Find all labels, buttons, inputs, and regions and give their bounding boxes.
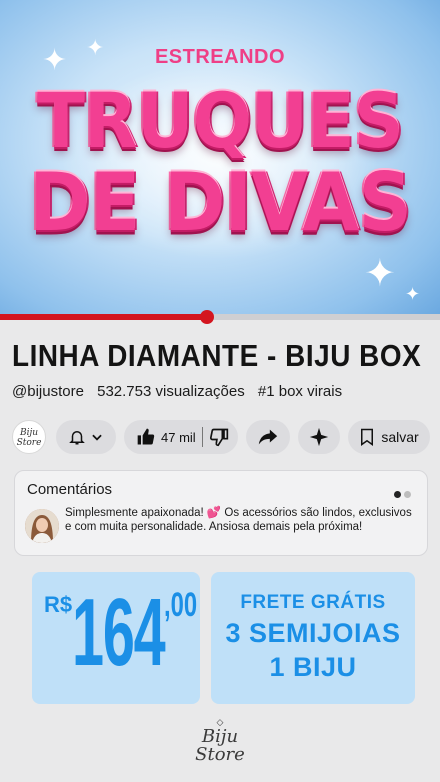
- bell-icon: [68, 428, 86, 446]
- free-shipping-label: FRETE GRÁTIS: [240, 592, 386, 613]
- price-card: R$ 164 ,00: [32, 572, 200, 704]
- price-cents: ,00: [164, 586, 198, 624]
- hero-banner: ✦ ✦ ✦ ✦ ESTREANDO TRUQUES DE DIVAS: [0, 0, 440, 316]
- remix-button[interactable]: [298, 420, 340, 454]
- comment-text: Simplesmente apaixonada! 💕 Os acessórios…: [65, 507, 412, 533]
- channel-logo-line2: Store: [16, 438, 42, 448]
- brand-logo: ◇ Biju Store: [160, 718, 280, 764]
- price-currency: R$: [44, 592, 73, 617]
- carousel-dot-active: [394, 491, 401, 498]
- video-title: LINHA DIAMANTE - BIJU BOX: [12, 338, 422, 373]
- rank-badge: #1 box virais: [257, 383, 343, 400]
- save-label: salvar: [381, 429, 419, 445]
- thumbs-down-icon[interactable]: [209, 427, 229, 447]
- progress-fill: [0, 314, 207, 320]
- like-divider: [201, 427, 203, 447]
- progress-scrubber[interactable]: [199, 310, 214, 324]
- thumbs-up-icon[interactable]: [136, 427, 156, 447]
- channel-handle[interactable]: @bijustore: [12, 383, 84, 400]
- commenter-avatar: [25, 509, 59, 543]
- hero-kicker: ESTREANDO: [154, 46, 286, 68]
- video-progress-bar[interactable]: [0, 310, 440, 324]
- hero-title-line1: TRUQUES: [36, 76, 404, 166]
- share-icon: [257, 426, 279, 448]
- comments-panel[interactable]: Comentários Simplesmente apaixonada! 💕 O…: [14, 470, 428, 556]
- carousel-dots: [391, 485, 411, 503]
- share-button[interactable]: [246, 420, 290, 454]
- channel-avatar[interactable]: Biju Store: [12, 420, 46, 454]
- shipping-card: FRETE GRÁTIS 3 SEMIJOIAS 1 BIJU: [211, 572, 415, 704]
- box-items-line2: 1 BIJU: [269, 652, 357, 682]
- view-count: 532.753 visualizações: [97, 383, 245, 400]
- comments-heading: Comentários: [27, 481, 113, 498]
- price-amount: 164: [72, 579, 166, 686]
- sparkle-icon: [309, 427, 329, 447]
- hero-title-line2: DE DIVAS: [29, 156, 412, 250]
- brand-logo-line2: Store: [195, 744, 245, 765]
- subscribe-bell-button[interactable]: [56, 420, 116, 454]
- sparkle-icon: ✦: [405, 284, 421, 305]
- sparkle-icon: ✦: [364, 251, 396, 295]
- video-meta: @bijustore 532.753 visualizações #1 box …: [12, 383, 351, 400]
- bookmark-icon: [359, 428, 375, 446]
- chevron-down-icon: [90, 430, 104, 444]
- save-button[interactable]: salvar: [348, 420, 430, 454]
- channel-logo-line1: Biju: [19, 428, 39, 438]
- carousel-dot: [404, 491, 411, 498]
- like-dislike-group: 47 mil: [124, 420, 238, 454]
- box-items-line1: 3 SEMIJOIAS: [225, 618, 401, 648]
- like-count[interactable]: 47 mil: [161, 430, 196, 445]
